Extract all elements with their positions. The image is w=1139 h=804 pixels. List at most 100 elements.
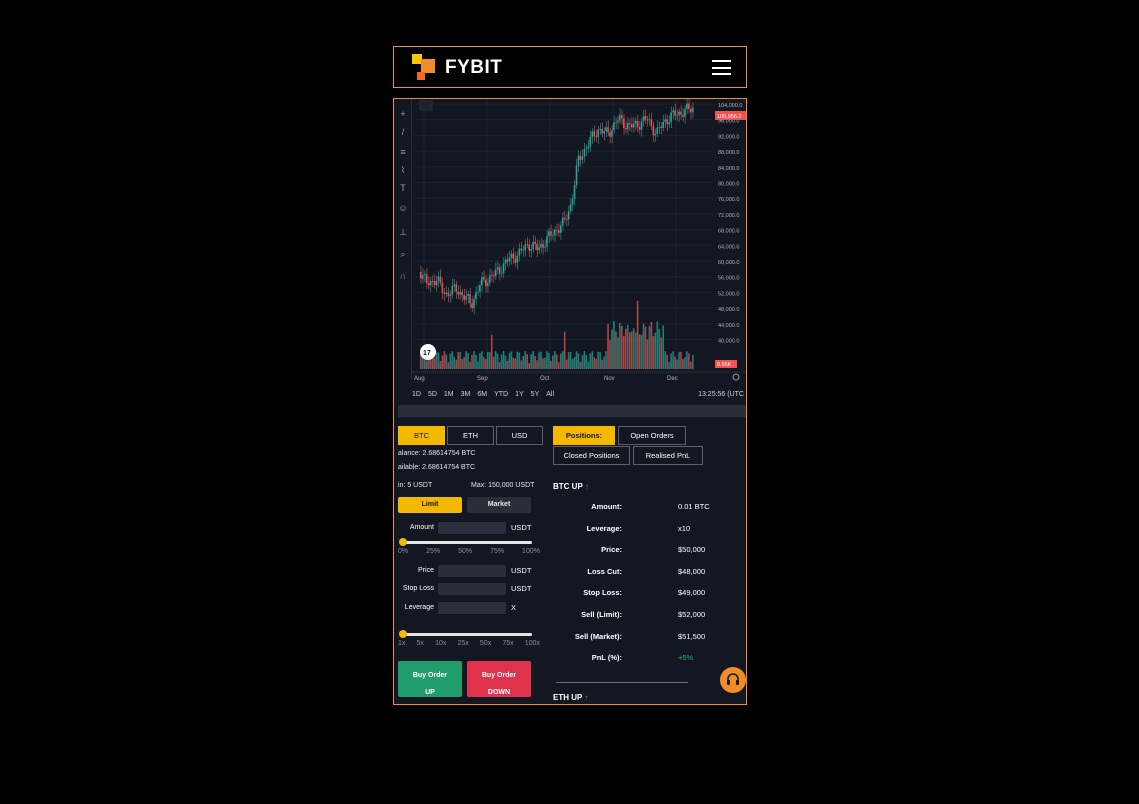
- candle-body: [477, 291, 479, 293]
- timeframe-5y[interactable]: 5Y: [531, 387, 540, 403]
- candle-body: [488, 275, 491, 283]
- amount-slider[interactable]: [402, 541, 532, 544]
- candle-body: [421, 275, 424, 279]
- candle-body: [613, 122, 615, 131]
- hamburger-icon[interactable]: [712, 60, 731, 75]
- volume-bar: [487, 351, 489, 369]
- headset-icon[interactable]: [720, 667, 746, 693]
- price-input[interactable]: [438, 565, 506, 577]
- timeframe-1d[interactable]: 1D: [412, 387, 421, 403]
- candle-body: [441, 282, 444, 293]
- volume-bar: [684, 357, 686, 369]
- trendline-tool-icon[interactable]: /: [398, 127, 408, 137]
- volume-bar: [682, 359, 684, 369]
- volume-bar: [587, 361, 590, 369]
- currency-btc-button[interactable]: BTC: [398, 426, 445, 445]
- timeframe-1m[interactable]: 1M: [444, 387, 454, 403]
- position-key: PnL (%):: [591, 653, 622, 663]
- volume-bar: [439, 361, 442, 369]
- smile-tool-icon[interactable]: ☺: [398, 203, 408, 213]
- position-key: Sell (Market):: [574, 631, 622, 641]
- amount-input[interactable]: [438, 522, 506, 534]
- candle-body: [433, 281, 436, 285]
- volume-bar: [534, 356, 536, 369]
- candlestick-chart[interactable]: 104,000.096,000.092,000.088,000.084,000.…: [394, 99, 746, 389]
- amount-slider-thumb[interactable]: [399, 538, 407, 546]
- volume-bar: [522, 356, 525, 369]
- volume-bar: [447, 362, 450, 369]
- timeframe-5d[interactable]: 5D: [428, 387, 437, 403]
- market-button[interactable]: Market: [467, 497, 531, 513]
- volume-bar: [593, 357, 596, 369]
- candle-body: [550, 231, 552, 236]
- candle-body: [662, 121, 665, 128]
- candle-body: [518, 248, 521, 256]
- buy-down-button[interactable]: Buy Order DOWN: [467, 661, 531, 697]
- volume-bar: [459, 351, 461, 369]
- price-chart[interactable]: 104,000.0 96,000.0 92,000.0 88,000.0 84,000.…: [394, 99, 746, 417]
- candle-body: [686, 103, 688, 109]
- volume-bar: [508, 352, 511, 369]
- buy-up-button[interactable]: Buy Order UP: [398, 661, 462, 697]
- positions-panel: Positions: Open Orders Closed Positions …: [546, 423, 746, 704]
- candle-body: [619, 115, 621, 121]
- timeframe-ytd[interactable]: YTD: [494, 387, 508, 403]
- volume-bar: [425, 360, 428, 369]
- volume-bar: [512, 357, 515, 369]
- candle-body: [652, 126, 655, 136]
- x-axis-label: Aug: [414, 376, 425, 382]
- volume-bar: [490, 334, 493, 369]
- candle-body: [672, 110, 674, 113]
- timeframe-6m[interactable]: 6M: [477, 387, 487, 403]
- volume-bar: [626, 324, 629, 369]
- candle-body: [632, 123, 635, 128]
- candle-body: [611, 130, 613, 137]
- fib-tool-icon[interactable]: ≡: [398, 147, 408, 157]
- candle-body: [445, 292, 448, 294]
- timeframe-3m[interactable]: 3M: [461, 387, 471, 403]
- tab-closed-positions[interactable]: Closed Positions: [553, 446, 630, 465]
- candle-body: [656, 127, 659, 134]
- candle-body: [575, 165, 578, 186]
- candle-body: [567, 211, 570, 220]
- limit-button[interactable]: Limit: [398, 497, 462, 513]
- currency-eth-button[interactable]: ETH: [447, 426, 494, 445]
- leverage-input[interactable]: [438, 602, 506, 614]
- leverage-slider[interactable]: [402, 633, 532, 636]
- amount-label: Amount: [409, 524, 434, 531]
- volume-bar: [672, 351, 674, 369]
- ruler-tool-icon[interactable]: ⊥: [398, 227, 408, 237]
- volume-bar: [674, 356, 676, 369]
- volume-bar: [548, 352, 550, 369]
- candle-body: [516, 255, 519, 263]
- candle-body: [587, 146, 590, 149]
- tab-realised-pnl[interactable]: Realised PnL: [633, 446, 703, 465]
- currency-selector: BTC ETH USD: [398, 426, 545, 445]
- tab-open-orders[interactable]: Open Orders: [618, 426, 686, 445]
- volume-bar: [500, 354, 503, 369]
- crosshair-tool-icon[interactable]: +: [398, 109, 408, 119]
- candle-body: [583, 148, 586, 157]
- volume-bar: [494, 351, 497, 369]
- leverage-slider-thumb[interactable]: [399, 630, 407, 638]
- currency-usd-button[interactable]: USD: [496, 426, 543, 445]
- candle-body: [678, 111, 680, 116]
- tradingview-logo-text: 17: [423, 350, 431, 357]
- timeframe-1y[interactable]: 1Y: [515, 387, 524, 403]
- zoom-tool-icon[interactable]: ⌕: [398, 249, 408, 259]
- stoploss-input[interactable]: [438, 583, 506, 595]
- volume-bar: [656, 321, 659, 369]
- candle-body: [640, 121, 643, 130]
- magnet-tool-icon[interactable]: ∩: [398, 271, 408, 281]
- volume-bar: [556, 354, 558, 369]
- timeframe-all[interactable]: All: [546, 387, 554, 403]
- position-divider: [556, 682, 688, 683]
- volume-bar: [506, 360, 509, 369]
- tab-positions[interactable]: Positions:: [553, 426, 615, 445]
- brush-tool-icon[interactable]: ⌇: [398, 165, 408, 175]
- tick-label: 25x: [457, 640, 469, 647]
- text-tool-icon[interactable]: T: [398, 183, 408, 193]
- volume-bar: [623, 336, 625, 369]
- volume-bar: [441, 355, 444, 369]
- candle-body: [603, 131, 605, 134]
